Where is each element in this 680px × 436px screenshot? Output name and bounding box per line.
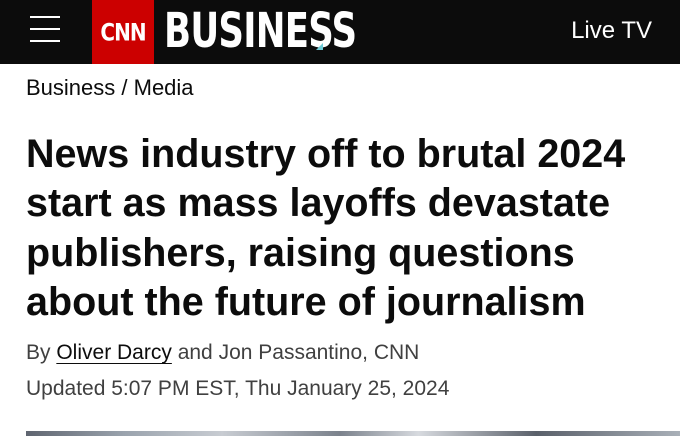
breadcrumb-separator: /: [115, 75, 134, 100]
byline-prefix: By: [26, 341, 57, 364]
byline-rest: and Jon Passantino, CNN: [171, 341, 420, 364]
top-navigation-bar: CNN BUSINESS Live TV: [0, 0, 680, 64]
section-title-business[interactable]: BUSINESS: [164, 2, 357, 60]
menu-icon-line: [30, 16, 60, 18]
breadcrumb-business-link[interactable]: Business: [26, 75, 115, 100]
breadcrumb: Business / Media: [26, 74, 194, 102]
article-headline: News industry off to brutal 2024 start a…: [26, 132, 626, 324]
author-link-oliver-darcy[interactable]: Oliver Darcy: [56, 341, 172, 364]
live-tv-link[interactable]: Live TV: [571, 16, 652, 46]
section-accent-mark: [316, 43, 323, 50]
article-timestamp: Updated 5:07 PM EST, Thu January 25, 202…: [26, 377, 450, 400]
hamburger-menu-icon[interactable]: [30, 16, 60, 42]
breadcrumb-media-link[interactable]: Media: [134, 75, 194, 100]
menu-icon-line: [30, 40, 60, 42]
menu-icon-line: [30, 28, 60, 30]
cnn-logo-text: CNN: [100, 17, 146, 47]
article-byline: By Oliver Darcy and Jon Passantino, CNN: [26, 339, 419, 367]
cnn-logo[interactable]: CNN: [92, 0, 154, 64]
article-hero-image: [26, 431, 680, 436]
